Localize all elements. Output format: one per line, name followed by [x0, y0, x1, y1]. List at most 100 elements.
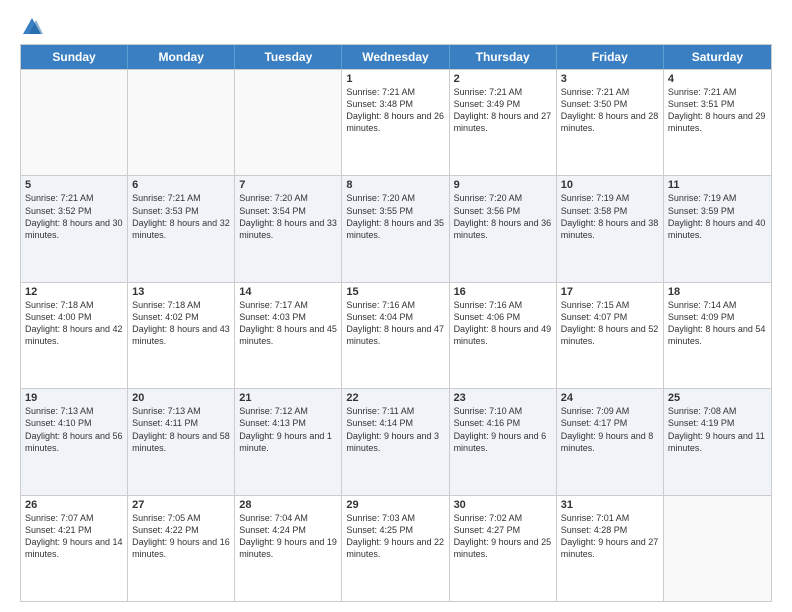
page: SundayMondayTuesdayWednesdayThursdayFrid… [0, 0, 792, 612]
cal-cell-31: 31Sunrise: 7:01 AM Sunset: 4:28 PM Dayli… [557, 496, 664, 601]
day-header-tuesday: Tuesday [235, 45, 342, 69]
calendar-body: 1Sunrise: 7:21 AM Sunset: 3:48 PM Daylig… [21, 69, 771, 601]
logo [20, 16, 43, 38]
day-info: Sunrise: 7:16 AM Sunset: 4:04 PM Dayligh… [346, 299, 444, 348]
cal-cell-2: 2Sunrise: 7:21 AM Sunset: 3:49 PM Daylig… [450, 70, 557, 175]
cal-cell-3: 3Sunrise: 7:21 AM Sunset: 3:50 PM Daylig… [557, 70, 664, 175]
day-info: Sunrise: 7:20 AM Sunset: 3:54 PM Dayligh… [239, 192, 337, 241]
cal-cell-7: 7Sunrise: 7:20 AM Sunset: 3:54 PM Daylig… [235, 176, 342, 281]
cal-cell-empty [664, 496, 771, 601]
day-number: 16 [454, 286, 552, 298]
day-info: Sunrise: 7:17 AM Sunset: 4:03 PM Dayligh… [239, 299, 337, 348]
cal-cell-empty [128, 70, 235, 175]
day-info: Sunrise: 7:21 AM Sunset: 3:53 PM Dayligh… [132, 192, 230, 241]
day-info: Sunrise: 7:04 AM Sunset: 4:24 PM Dayligh… [239, 512, 337, 561]
cal-cell-15: 15Sunrise: 7:16 AM Sunset: 4:04 PM Dayli… [342, 283, 449, 388]
day-info: Sunrise: 7:21 AM Sunset: 3:49 PM Dayligh… [454, 86, 552, 135]
day-info: Sunrise: 7:02 AM Sunset: 4:27 PM Dayligh… [454, 512, 552, 561]
cal-cell-6: 6Sunrise: 7:21 AM Sunset: 3:53 PM Daylig… [128, 176, 235, 281]
day-number: 9 [454, 179, 552, 191]
day-info: Sunrise: 7:21 AM Sunset: 3:51 PM Dayligh… [668, 86, 767, 135]
day-number: 29 [346, 499, 444, 511]
cal-cell-28: 28Sunrise: 7:04 AM Sunset: 4:24 PM Dayli… [235, 496, 342, 601]
day-number: 1 [346, 73, 444, 85]
day-number: 23 [454, 392, 552, 404]
day-info: Sunrise: 7:01 AM Sunset: 4:28 PM Dayligh… [561, 512, 659, 561]
day-info: Sunrise: 7:07 AM Sunset: 4:21 PM Dayligh… [25, 512, 123, 561]
day-info: Sunrise: 7:18 AM Sunset: 4:00 PM Dayligh… [25, 299, 123, 348]
day-number: 19 [25, 392, 123, 404]
cal-cell-27: 27Sunrise: 7:05 AM Sunset: 4:22 PM Dayli… [128, 496, 235, 601]
calendar-header-row: SundayMondayTuesdayWednesdayThursdayFrid… [21, 45, 771, 69]
day-info: Sunrise: 7:14 AM Sunset: 4:09 PM Dayligh… [668, 299, 767, 348]
day-number: 31 [561, 499, 659, 511]
header [20, 16, 772, 38]
cal-cell-1: 1Sunrise: 7:21 AM Sunset: 3:48 PM Daylig… [342, 70, 449, 175]
day-number: 20 [132, 392, 230, 404]
cal-cell-13: 13Sunrise: 7:18 AM Sunset: 4:02 PM Dayli… [128, 283, 235, 388]
cal-cell-14: 14Sunrise: 7:17 AM Sunset: 4:03 PM Dayli… [235, 283, 342, 388]
day-number: 4 [668, 73, 767, 85]
day-number: 10 [561, 179, 659, 191]
cal-cell-11: 11Sunrise: 7:19 AM Sunset: 3:59 PM Dayli… [664, 176, 771, 281]
day-number: 28 [239, 499, 337, 511]
day-info: Sunrise: 7:21 AM Sunset: 3:52 PM Dayligh… [25, 192, 123, 241]
cal-cell-empty [235, 70, 342, 175]
day-number: 6 [132, 179, 230, 191]
day-header-sunday: Sunday [21, 45, 128, 69]
cal-cell-19: 19Sunrise: 7:13 AM Sunset: 4:10 PM Dayli… [21, 389, 128, 494]
cal-cell-empty [21, 70, 128, 175]
day-number: 5 [25, 179, 123, 191]
day-number: 30 [454, 499, 552, 511]
cal-cell-5: 5Sunrise: 7:21 AM Sunset: 3:52 PM Daylig… [21, 176, 128, 281]
day-info: Sunrise: 7:03 AM Sunset: 4:25 PM Dayligh… [346, 512, 444, 561]
day-info: Sunrise: 7:20 AM Sunset: 3:56 PM Dayligh… [454, 192, 552, 241]
day-header-saturday: Saturday [664, 45, 771, 69]
cal-cell-29: 29Sunrise: 7:03 AM Sunset: 4:25 PM Dayli… [342, 496, 449, 601]
cal-cell-21: 21Sunrise: 7:12 AM Sunset: 4:13 PM Dayli… [235, 389, 342, 494]
day-number: 2 [454, 73, 552, 85]
day-number: 26 [25, 499, 123, 511]
day-number: 25 [668, 392, 767, 404]
day-number: 8 [346, 179, 444, 191]
cal-cell-23: 23Sunrise: 7:10 AM Sunset: 4:16 PM Dayli… [450, 389, 557, 494]
day-number: 14 [239, 286, 337, 298]
day-number: 18 [668, 286, 767, 298]
day-number: 21 [239, 392, 337, 404]
day-info: Sunrise: 7:09 AM Sunset: 4:17 PM Dayligh… [561, 405, 659, 454]
cal-cell-8: 8Sunrise: 7:20 AM Sunset: 3:55 PM Daylig… [342, 176, 449, 281]
day-info: Sunrise: 7:11 AM Sunset: 4:14 PM Dayligh… [346, 405, 444, 454]
day-number: 22 [346, 392, 444, 404]
cal-cell-22: 22Sunrise: 7:11 AM Sunset: 4:14 PM Dayli… [342, 389, 449, 494]
day-info: Sunrise: 7:19 AM Sunset: 3:58 PM Dayligh… [561, 192, 659, 241]
cal-row-1: 5Sunrise: 7:21 AM Sunset: 3:52 PM Daylig… [21, 175, 771, 281]
cal-cell-4: 4Sunrise: 7:21 AM Sunset: 3:51 PM Daylig… [664, 70, 771, 175]
day-number: 27 [132, 499, 230, 511]
logo-icon [21, 16, 43, 38]
day-header-friday: Friday [557, 45, 664, 69]
cal-cell-17: 17Sunrise: 7:15 AM Sunset: 4:07 PM Dayli… [557, 283, 664, 388]
day-header-wednesday: Wednesday [342, 45, 449, 69]
day-number: 11 [668, 179, 767, 191]
day-info: Sunrise: 7:13 AM Sunset: 4:11 PM Dayligh… [132, 405, 230, 454]
day-number: 13 [132, 286, 230, 298]
cal-cell-20: 20Sunrise: 7:13 AM Sunset: 4:11 PM Dayli… [128, 389, 235, 494]
day-info: Sunrise: 7:10 AM Sunset: 4:16 PM Dayligh… [454, 405, 552, 454]
cal-cell-25: 25Sunrise: 7:08 AM Sunset: 4:19 PM Dayli… [664, 389, 771, 494]
cal-cell-30: 30Sunrise: 7:02 AM Sunset: 4:27 PM Dayli… [450, 496, 557, 601]
cal-cell-10: 10Sunrise: 7:19 AM Sunset: 3:58 PM Dayli… [557, 176, 664, 281]
day-number: 15 [346, 286, 444, 298]
day-info: Sunrise: 7:15 AM Sunset: 4:07 PM Dayligh… [561, 299, 659, 348]
cal-row-2: 12Sunrise: 7:18 AM Sunset: 4:00 PM Dayli… [21, 282, 771, 388]
day-info: Sunrise: 7:19 AM Sunset: 3:59 PM Dayligh… [668, 192, 767, 241]
day-info: Sunrise: 7:12 AM Sunset: 4:13 PM Dayligh… [239, 405, 337, 454]
day-header-monday: Monday [128, 45, 235, 69]
day-number: 24 [561, 392, 659, 404]
cal-row-3: 19Sunrise: 7:13 AM Sunset: 4:10 PM Dayli… [21, 388, 771, 494]
cal-row-0: 1Sunrise: 7:21 AM Sunset: 3:48 PM Daylig… [21, 69, 771, 175]
day-number: 7 [239, 179, 337, 191]
cal-cell-26: 26Sunrise: 7:07 AM Sunset: 4:21 PM Dayli… [21, 496, 128, 601]
cal-cell-16: 16Sunrise: 7:16 AM Sunset: 4:06 PM Dayli… [450, 283, 557, 388]
day-info: Sunrise: 7:18 AM Sunset: 4:02 PM Dayligh… [132, 299, 230, 348]
calendar: SundayMondayTuesdayWednesdayThursdayFrid… [20, 44, 772, 602]
